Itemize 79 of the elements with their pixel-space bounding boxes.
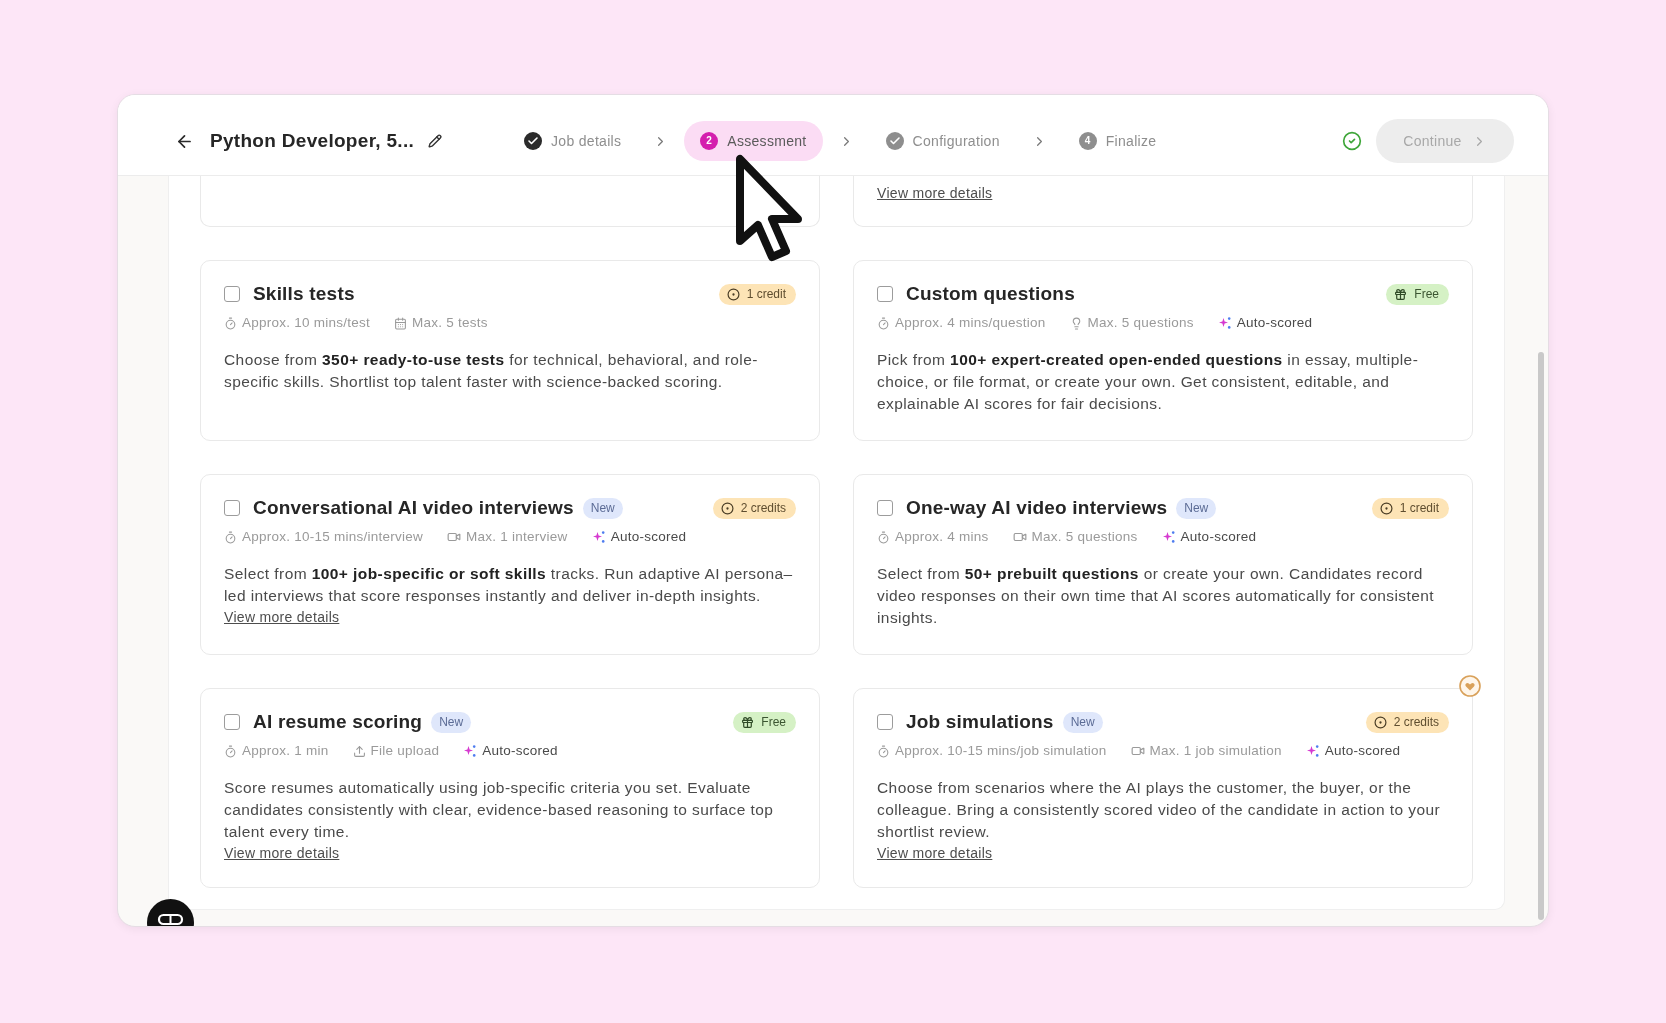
auto-scored-label: Auto-scored [610, 528, 687, 546]
stepper-step[interactable]: Job details [508, 121, 638, 161]
auto-scored-label: Auto-scored [482, 742, 558, 760]
pencil-icon[interactable] [428, 134, 443, 148]
video-camera-icon [1012, 530, 1027, 544]
upload-label: File upload [370, 742, 440, 760]
duration-label: Approx. 4 mins [895, 528, 989, 546]
card-description: Select from 100+ job-specific or soft skills tracks. Run adaptive AI persona–led interviews that score responses instantly and deliver in-depth insights. [224, 564, 794, 606]
video-limit-label: Max. 1 job simulation [1149, 742, 1282, 760]
duration-label: Approx. 10 mins/test [242, 314, 371, 332]
step-number: 4 [1078, 132, 1097, 150]
price-label: 1 credit [1399, 502, 1439, 514]
sparkle-icon [1161, 530, 1176, 544]
view-details-link[interactable]: View more details [224, 844, 340, 862]
gift-icon [741, 715, 755, 729]
timer-icon [877, 744, 890, 758]
timer-icon [877, 530, 890, 544]
price-label: 1 credit [746, 288, 786, 300]
card-description: Score resumes automatically using job-specific criteria you set. Evaluate candidates consistently with clear, evidence-based reasoning to surface top talent every time. [224, 778, 775, 842]
card-title: Skills tests [253, 282, 355, 306]
new-tag: New [1062, 711, 1103, 733]
step-number: 2 [700, 132, 719, 150]
price-label: Free [1414, 288, 1439, 300]
test-limit-label: Max. 5 tests [412, 314, 488, 332]
card-title: Job simulations [906, 710, 1054, 734]
checkbox[interactable] [877, 286, 893, 302]
price-label: 2 credits [1393, 716, 1439, 728]
duration-label: Approx. 10-15 mins/interview [242, 528, 424, 546]
timer-icon [877, 316, 890, 330]
sparkle-icon [1305, 744, 1320, 758]
calendar-icon [394, 316, 408, 330]
timer-icon [224, 316, 237, 330]
scrollbar[interactable] [1538, 352, 1544, 920]
new-tag: New [1176, 497, 1217, 519]
page-title: Python Developer, 5... [210, 128, 415, 153]
price-label: Free [761, 716, 786, 728]
coin-icon [1379, 501, 1393, 515]
duration-label: Approx. 4 mins/question [895, 314, 1046, 332]
coin-icon [726, 287, 740, 301]
auto-scored-label: Auto-scored [1324, 742, 1401, 760]
checkbox[interactable] [224, 286, 240, 302]
video-camera-icon [447, 530, 462, 544]
card-description: Choose from 350+ ready-to-use tests for technical, behavioral, and role-specific skills. Shortlist top talent faster with science-backed scoring. [224, 350, 759, 392]
checkbox[interactable] [877, 500, 893, 516]
price-label: 2 credits [740, 502, 786, 514]
new-tag: New [431, 711, 472, 733]
checkbox[interactable] [224, 714, 240, 730]
sparkle-icon [463, 744, 478, 758]
timer-icon [224, 744, 237, 758]
view-details-link[interactable]: View more details [877, 844, 993, 862]
gift-icon [1394, 287, 1408, 301]
card-title: Conversational AI video interviews [253, 496, 574, 520]
card-description: Select from 50+ prebuilt questions or create your own. Candidates record video responses on their own time that AI scores automatically for consistent insights. [877, 564, 1436, 628]
duration-label: Approx. 10-15 mins/job simulation [895, 742, 1107, 760]
video-limit-label: Max. 1 interview [466, 528, 568, 546]
auto-scored-label: Auto-scored [1236, 314, 1313, 332]
card-description: Choose from scenarios where the AI plays the customer, the buyer, or the colleague. Bring a consistently scored video of the candidate in action to your shortlist review. [877, 778, 1442, 842]
launcher-icon[interactable] [147, 899, 194, 926]
video-limit-label: Max. 5 questions [1031, 528, 1138, 546]
stepper-step[interactable]: 2 Assessment [684, 121, 823, 161]
new-tag: New [582, 497, 623, 519]
card-title: AI resume scoring [253, 710, 423, 734]
view-details-link[interactable]: View more details [877, 184, 993, 202]
checkbox[interactable] [224, 500, 240, 516]
upload-icon [352, 744, 366, 758]
card-title: One-way AI video interviews [906, 496, 1168, 520]
sparkle-icon [1217, 316, 1232, 330]
view-details-link[interactable]: View more details [224, 608, 340, 626]
auto-scored-label: Auto-scored [1180, 528, 1257, 546]
card-description: Pick from 100+ expert-created open-ended questions in essay, multiple-choice, or file format, or create your own. Get consistent, editable, and explainable AI scores for fair decisions. [877, 350, 1420, 414]
duration-label: Approx. 1 min [242, 742, 329, 760]
card-title: Custom questions [906, 282, 1075, 306]
sparkle-icon [591, 530, 606, 544]
checkbox[interactable] [877, 714, 893, 730]
coin-icon [1373, 715, 1387, 729]
coin-icon [720, 501, 734, 515]
question-limit-label: Max. 5 questions [1087, 314, 1194, 332]
video-camera-icon [1130, 744, 1145, 758]
timer-icon [224, 530, 237, 544]
